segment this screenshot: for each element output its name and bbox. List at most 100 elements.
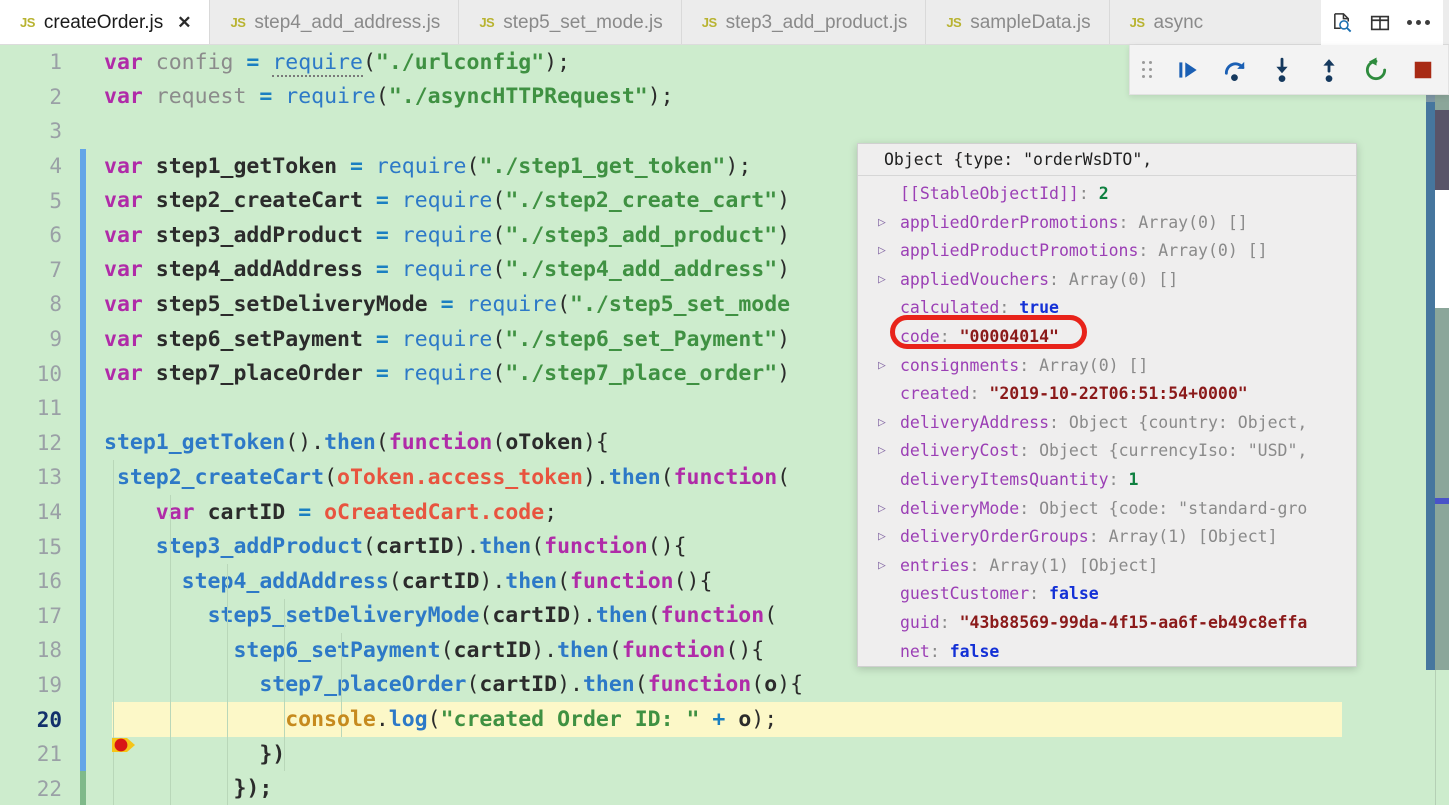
hover-row[interactable]: ▷ deliveryOrderGroups: Array(1) [Object]	[858, 523, 1356, 552]
stop-icon[interactable]	[1399, 45, 1446, 95]
code-line[interactable]: 19 step7_placeOrder(cartID).then(functio…	[0, 667, 1421, 703]
line-number: 13	[36, 465, 62, 490]
line-number: 14	[36, 500, 62, 525]
hover-row[interactable]: created: "2019-10-22T06:51:54+0000"	[858, 380, 1356, 409]
gutter-indicator	[80, 80, 86, 115]
line-number: 9	[49, 327, 62, 352]
line-number: 19	[36, 672, 62, 697]
gutter-indicator	[80, 390, 86, 426]
minimap-block-dark	[1435, 110, 1449, 192]
vertical-scrollbar-thumb[interactable]	[1426, 102, 1435, 670]
hover-row[interactable]: ▷ consignments: Array(0) []	[858, 352, 1356, 381]
tab-async-js[interactable]: JS async	[1109, 0, 1204, 44]
debug-toolbar[interactable]	[1129, 45, 1449, 95]
property-key: created	[900, 384, 970, 404]
hover-row[interactable]: ▷ deliveryMode: Object {code: "standard-…	[858, 495, 1356, 524]
line-number: 11	[36, 396, 62, 421]
property-key: appliedVouchers	[900, 269, 1050, 289]
chevron-right-icon[interactable]: ▷	[878, 495, 892, 524]
chevron-right-icon[interactable]: ▷	[878, 209, 892, 238]
minimap-block-light	[1435, 190, 1449, 308]
hover-row[interactable]: ▷ entries: Array(1) [Object]	[858, 552, 1356, 581]
chevron-right-icon[interactable]: ▷	[878, 666, 892, 667]
hover-row[interactable]: ▷ deliveryAddress: Object {country: Obje…	[858, 409, 1356, 438]
code-line[interactable]: 21 })	[0, 736, 1421, 772]
debug-value-hover[interactable]: Object {type: "orderWsDTO", [[StableObje…	[857, 143, 1357, 667]
gutter-indicator	[80, 114, 86, 149]
hover-row[interactable]: ▷ deliveryCost: Object {currencyIso: "US…	[858, 437, 1356, 466]
hover-row[interactable]: [[StableObjectId]]: 2	[858, 180, 1356, 209]
tab-sampleData-js[interactable]: JS sampleData.js	[926, 0, 1110, 44]
step-into-icon[interactable]	[1258, 45, 1305, 95]
tab-step5-set-mode-js[interactable]: JS step5_set_mode.js	[459, 0, 682, 44]
hover-row-code[interactable]: code: "00004014"	[858, 323, 1356, 352]
gutter-indicator	[80, 45, 86, 80]
line-number: 15	[36, 534, 62, 559]
step-out-icon[interactable]	[1305, 45, 1352, 95]
property-sep: :	[999, 298, 1020, 318]
chevron-right-icon[interactable]: ▷	[878, 523, 892, 552]
hover-row[interactable]: net: false	[858, 638, 1356, 667]
drag-handle-icon[interactable]	[1130, 45, 1164, 95]
hover-object-header: Object {type: "orderWsDTO",	[858, 144, 1356, 176]
hover-row[interactable]: ▷ appliedVouchers: Array(0) []	[858, 266, 1356, 295]
js-file-icon: JS	[946, 15, 962, 30]
hover-row[interactable]: calculated: true	[858, 294, 1356, 323]
gutter-indicator	[80, 563, 86, 599]
line-number: 3	[49, 119, 62, 144]
gutter-indicator	[80, 287, 86, 322]
chevron-right-icon[interactable]: ▷	[878, 409, 892, 438]
property-key: deliveryOrderGroups	[900, 527, 1089, 547]
property-value: Array(1) [Object]	[1108, 527, 1278, 547]
line-number: 4	[49, 154, 62, 179]
hover-row[interactable]: ▷ appliedProductPromotions: Array(0) []	[858, 237, 1356, 266]
property-value: Array(0) []	[1068, 269, 1179, 289]
step-over-icon[interactable]	[1211, 45, 1258, 95]
code-line-current[interactable]: 20 console.log("created Order ID: " + o)…	[0, 702, 1421, 752]
tab-step4-add-address-js[interactable]: JS step4_add_address.js	[210, 0, 460, 44]
property-key: calculated	[900, 298, 1000, 318]
split-editor-icon[interactable]	[1363, 6, 1397, 40]
restart-icon[interactable]	[1352, 45, 1399, 95]
open-preview-icon[interactable]	[1325, 6, 1359, 40]
editor-tab-bar: JS createOrder.js ✕ JS step4_add_address…	[0, 0, 1449, 45]
line-content: });	[233, 776, 273, 802]
minimap-divider	[1435, 670, 1436, 805]
hover-property-list[interactable]: [[StableObjectId]]: 2 ▷ appliedOrderProm…	[858, 176, 1356, 667]
gutter-indicator	[80, 425, 86, 461]
hover-row[interactable]: guestCustomer: false	[858, 580, 1356, 609]
property-value: Object {country: Object,	[1068, 412, 1308, 432]
gutter-indicator	[80, 356, 86, 391]
tab-createOrder-js[interactable]: JS createOrder.js ✕	[0, 0, 211, 44]
chevron-right-icon[interactable]: ▷	[878, 266, 892, 295]
property-sep: :	[1019, 498, 1040, 518]
gutter-indicator	[80, 529, 86, 564]
property-value: false	[949, 641, 1000, 661]
minimap-marker-blue	[1435, 498, 1449, 504]
chevron-right-icon[interactable]: ▷	[878, 352, 892, 381]
gutter-indicator	[80, 494, 86, 530]
property-value: 2	[1098, 184, 1109, 203]
property-sep: :	[1118, 212, 1139, 232]
chevron-right-icon[interactable]: ▷	[878, 437, 892, 466]
line-content: step7_placeOrder(cartID).then(function(o…	[259, 672, 804, 698]
property-key: net	[900, 641, 930, 661]
breakpoint-icon[interactable]	[7, 710, 135, 752]
more-actions-icon[interactable]	[1401, 6, 1435, 40]
chevron-right-icon[interactable]: ▷	[878, 237, 892, 266]
tab-step3-add-product-js[interactable]: JS step3_add_product.js	[681, 0, 927, 44]
editor-right-strip[interactable]	[1421, 90, 1449, 805]
hover-row[interactable]: ▷ orderDiscounts: Object {currencyIso: "…	[858, 666, 1356, 667]
hover-row[interactable]: ▷ appliedOrderPromotions: Array(0) []	[858, 209, 1356, 238]
property-key: appliedProductPromotions	[900, 241, 1139, 261]
continue-icon[interactable]	[1164, 45, 1211, 95]
js-file-icon: JS	[479, 15, 495, 30]
chevron-right-icon[interactable]: ▷	[878, 552, 892, 581]
hover-row[interactable]: deliveryItemsQuantity: 1	[858, 466, 1356, 495]
hover-row[interactable]: guid: "43b88569-99da-4f15-aa6f-eb49c8eff…	[858, 609, 1356, 638]
property-key: [[StableObjectId]]	[900, 184, 1079, 203]
code-line[interactable]: 22 });	[0, 771, 1421, 805]
property-sep: :	[1019, 441, 1040, 461]
property-key: deliveryAddress	[900, 412, 1050, 432]
tab-close-icon[interactable]: ✕	[177, 14, 191, 31]
